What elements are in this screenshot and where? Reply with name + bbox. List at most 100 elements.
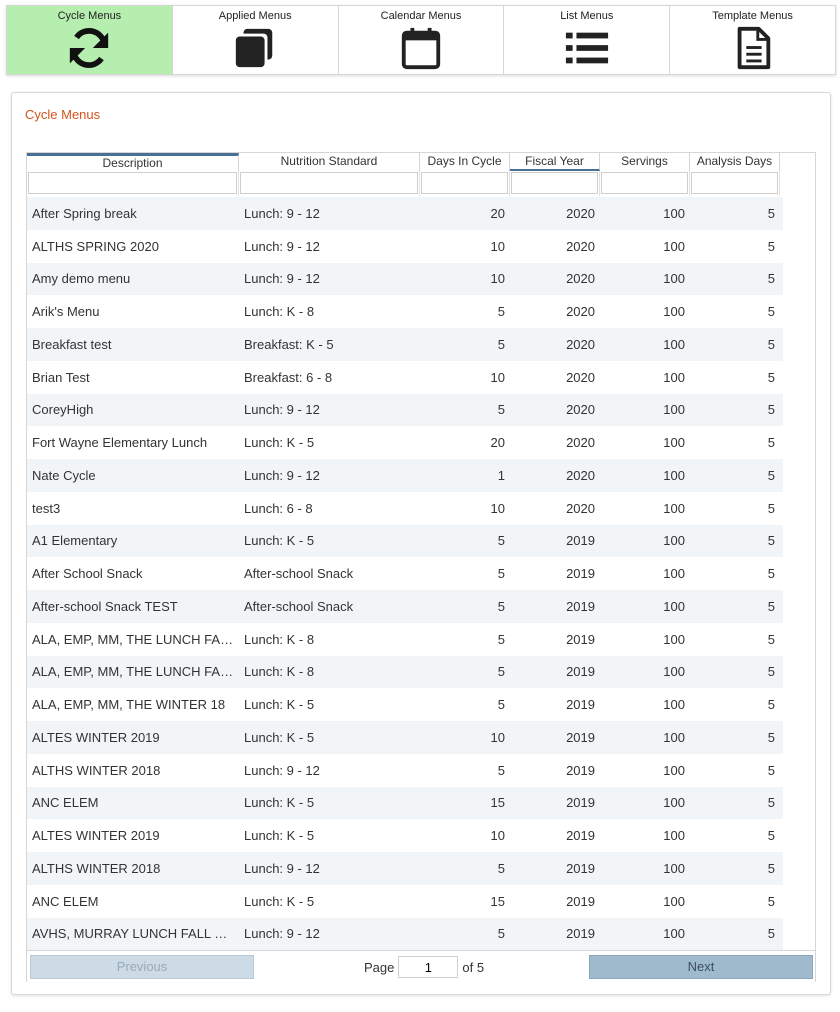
tab-cycle-menus[interactable]: Cycle Menus	[7, 6, 173, 74]
table-cell: 100	[663, 533, 685, 549]
table-cell: ALTES WINTER 2019	[32, 828, 160, 844]
table-cell: 100	[663, 697, 685, 713]
grid-body: After Spring break Lunch: 9 - 12 20 2020 100…	[27, 197, 783, 951]
calendar-icon	[398, 25, 444, 71]
column-header-nutrition-standard[interactable]: Nutrition Standard	[239, 153, 420, 171]
tab-template-menus[interactable]: Template Menus	[670, 6, 835, 74]
table-row[interactable]: ALTES WINTER 2019 Lunch: K - 5 10 2019 100 5	[27, 721, 783, 754]
table-cell: Lunch: K - 8	[244, 664, 315, 680]
column-header-servings[interactable]: Servings	[600, 153, 690, 171]
tab-calendar-menus[interactable]: Calendar Menus	[339, 6, 505, 74]
column-header-days-in-cycle[interactable]: Days In Cycle	[420, 153, 510, 171]
table-cell: 100	[663, 369, 685, 385]
table-row[interactable]: Breakfast test Breakfast: K - 5 5 2020 100 5	[27, 328, 783, 361]
table-cell: 5	[767, 664, 775, 680]
table-cell: Lunch: 9 - 12	[244, 860, 320, 876]
filter-input-days-in-cycle[interactable]	[421, 172, 508, 194]
table-row[interactable]: ALTHS WINTER 2018 Lunch: 9 - 12 5 2019 100 5	[27, 753, 783, 787]
filter-input-analysis-days[interactable]	[691, 172, 778, 194]
table-row[interactable]: ALTHS WINTER 2018 Lunch: 9 - 12 5 2019 100 5	[27, 852, 783, 885]
table-cell: 5	[767, 762, 775, 778]
table-cell: 100	[663, 729, 685, 745]
table-row[interactable]: Nate Cycle Lunch: 9 - 12 1 2020 100 5	[27, 459, 783, 492]
table-cell: 2019	[566, 664, 595, 680]
table-cell: Lunch: 9 - 12	[244, 467, 320, 483]
column-header-description[interactable]: Description	[27, 153, 239, 171]
table-cell: 2020	[566, 500, 595, 516]
table-row[interactable]: Brian Test Breakfast: 6 - 8 10 2020 100 5	[27, 360, 783, 394]
table-row[interactable]: A1 Elementary Lunch: K - 5 5 2019 100 5	[27, 524, 783, 558]
table-row[interactable]: After School Snack After-school Snack 5 201…	[27, 557, 783, 590]
table-cell: Lunch: 9 - 12	[244, 926, 320, 942]
tab-applied-menus[interactable]: Applied Menus	[173, 6, 339, 74]
table-cell: 100	[663, 304, 685, 320]
table-cell: CoreyHigh	[32, 402, 94, 418]
table-cell: 100	[663, 860, 685, 876]
table-cell: 2019	[566, 762, 595, 778]
filter-input-nutrition-standard[interactable]	[240, 172, 418, 194]
table-cell: AVHS, MURRAY LUNCH FALL 2018	[32, 926, 239, 942]
table-cell: 5	[767, 238, 775, 254]
column-header-analysis-days[interactable]: Analysis Days	[690, 153, 780, 171]
table-cell: 100	[663, 238, 685, 254]
table-cell: 5	[497, 566, 505, 582]
table-row[interactable]: ALA, EMP, MM, THE LUNCH FALL 2018 Lunch: …	[27, 622, 783, 656]
table-cell: 5	[497, 926, 505, 942]
table-row[interactable]: AVHS, MURRAY LUNCH FALL 2018 Lunch: 9 - 1…	[27, 917, 783, 951]
filter-input-servings[interactable]	[601, 172, 688, 194]
table-row[interactable]: After Spring break Lunch: 9 - 12 20 2020 100…	[27, 197, 783, 230]
table-cell: 5	[497, 664, 505, 680]
table-row[interactable]: ANC ELEM Lunch: K - 5 15 2019 100 5	[27, 884, 783, 918]
table-cell: 100	[663, 598, 685, 614]
tab-list-menus[interactable]: List Menus	[504, 6, 671, 74]
grid-filter-row	[27, 171, 780, 196]
table-cell: 2019	[566, 631, 595, 647]
filter-input-fiscal-year[interactable]	[511, 172, 598, 194]
table-cell: Breakfast test	[32, 336, 112, 352]
table-cell: After Spring break	[32, 205, 137, 221]
table-cell: Lunch: K - 5	[244, 795, 315, 811]
cycle-menus-panel: Cycle Menus Description Nutrition Standar…	[11, 92, 831, 995]
table-cell: 2020	[566, 467, 595, 483]
table-cell: ALTHS WINTER 2018	[32, 860, 161, 876]
table-cell: 5	[767, 467, 775, 483]
table-cell: 5	[497, 402, 505, 418]
table-cell: 5	[497, 631, 505, 647]
table-row[interactable]: ALA, EMP, MM, THE WINTER 18 Lunch: K - 5 5…	[27, 688, 783, 721]
table-cell: 5	[767, 860, 775, 876]
page-number-input[interactable]	[398, 956, 459, 978]
table-cell: 2020	[566, 271, 595, 287]
table-cell: Lunch: K - 5	[244, 697, 315, 713]
next-button[interactable]: Next	[589, 955, 813, 979]
table-row[interactable]: ALTHS SPRING 2020 Lunch: 9 - 12 10 2020 100 5	[27, 229, 783, 263]
table-cell: 100	[663, 271, 685, 287]
table-cell: 5	[497, 533, 505, 549]
table-cell: Lunch: K - 8	[244, 304, 315, 320]
table-row[interactable]: Amy demo menu Lunch: 9 - 12 10 2020 100 5	[27, 262, 783, 296]
refresh-icon	[66, 25, 112, 71]
table-cell: 2019	[566, 926, 595, 942]
table-row[interactable]: After-school Snack TEST After-school Snac…	[27, 590, 783, 623]
page-label: Page	[364, 959, 395, 975]
filter-cell	[600, 171, 690, 196]
table-cell: ALA, EMP, MM, THE LUNCH FALL 2018	[32, 631, 239, 647]
table-row[interactable]: ALA, EMP, MM, THE LUNCH FALL 2018 Lunch: …	[27, 655, 783, 689]
cycle-menus-grid: Description Nutrition Standard Days In Cyc…	[26, 152, 816, 982]
previous-button[interactable]: Previous	[30, 955, 254, 979]
table-row[interactable]: CoreyHigh Lunch: 9 - 12 5 2020 100 5	[27, 393, 783, 427]
table-cell: Nate Cycle	[32, 467, 96, 483]
table-row[interactable]: Fort Wayne Elementary Lunch Lunch: K - 5 2…	[27, 426, 783, 459]
tab-label: Calendar Menus	[380, 10, 462, 22]
table-row[interactable]: test3 Lunch: 6 - 8 10 2020 100 5	[27, 491, 783, 525]
grid-pager: Previous Page of 5 Next	[27, 950, 815, 982]
table-row[interactable]: Arik's Menu Lunch: K - 8 5 2020 100 5	[27, 295, 783, 328]
filter-input-description[interactable]	[28, 172, 237, 194]
table-cell: ALA, EMP, MM, THE WINTER 18	[32, 697, 226, 713]
table-row[interactable]: ANC ELEM Lunch: K - 5 15 2019 100 5	[27, 786, 783, 820]
table-cell: Breakfast: K - 5	[244, 336, 334, 352]
table-row[interactable]: ALTES WINTER 2019 Lunch: K - 5 10 2019 100 5	[27, 819, 783, 852]
table-cell: 100	[663, 631, 685, 647]
table-cell: 100	[663, 336, 685, 352]
table-cell: 2020	[566, 336, 595, 352]
column-header-fiscal-year[interactable]: Fiscal Year	[510, 153, 600, 171]
